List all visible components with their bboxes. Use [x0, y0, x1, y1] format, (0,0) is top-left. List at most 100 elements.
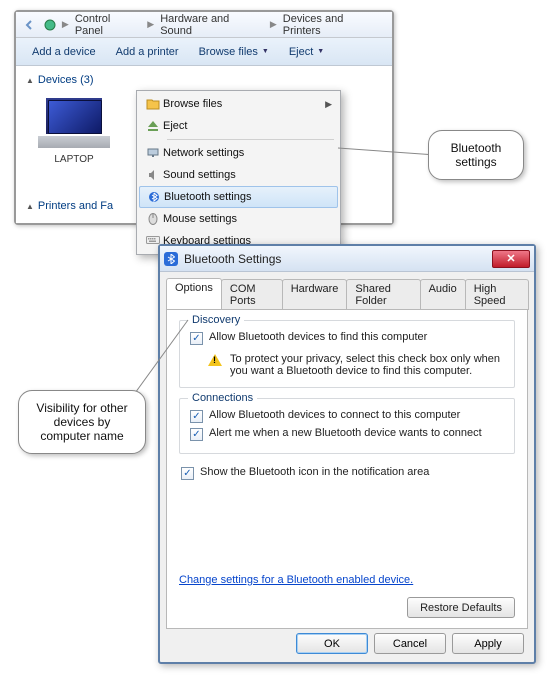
button-label: Cancel	[393, 638, 427, 650]
close-button[interactable]: ✕	[492, 250, 530, 268]
tab-label: High Speed	[474, 283, 506, 307]
cancel-button[interactable]: Cancel	[374, 633, 446, 654]
callout-bluetooth-settings: Bluetooth settings	[428, 130, 524, 180]
callout-visibility: Visibility for other devices by computer…	[18, 390, 146, 454]
breadcrumb-seg-3[interactable]: Devices and Printers	[279, 11, 388, 39]
row-show-icon: ✓ Show the Bluetooth icon in the notific…	[179, 464, 515, 482]
context-menu: Browse files ▶ Eject Network settings	[136, 90, 341, 255]
tab-audio[interactable]: Audio	[420, 279, 466, 310]
checkbox-label: Show the Bluetooth icon in the notificat…	[200, 466, 429, 478]
ok-button[interactable]: OK	[296, 633, 368, 654]
group-label: Devices (3)	[38, 74, 94, 86]
toolbar-label: Add a printer	[116, 46, 179, 58]
folder-icon	[143, 98, 163, 110]
group-legend: Connections	[188, 392, 257, 404]
menu-label: Network settings	[163, 147, 332, 159]
eject-button[interactable]: Eject ▼	[279, 42, 334, 62]
tab-label: Shared Folder	[355, 283, 390, 307]
group-discovery: Discovery ✓ Allow Bluetooth devices to f…	[179, 320, 515, 388]
group-label: Printers and Fa	[38, 200, 113, 212]
tab-high-speed[interactable]: High Speed	[465, 279, 529, 310]
control-panel-icon	[43, 18, 57, 32]
browse-files-button[interactable]: Browse files ▼	[189, 42, 279, 62]
toolbar-label: Eject	[289, 46, 313, 58]
sound-icon	[143, 169, 163, 181]
bluetooth-settings-dialog: Bluetooth Settings ✕ Options COM Ports H…	[158, 244, 536, 664]
chevron-right-icon: ▶	[60, 19, 71, 30]
mouse-icon	[143, 213, 163, 225]
close-icon: ✕	[506, 252, 515, 265]
menu-label: Mouse settings	[163, 213, 332, 225]
ctx-network-settings[interactable]: Network settings	[139, 142, 338, 164]
apply-button[interactable]: Apply	[452, 633, 524, 654]
menu-label: Browse files	[163, 98, 325, 110]
device-label: LAPTOP	[30, 154, 118, 165]
menu-separator	[167, 139, 334, 140]
explorer-body: ▲ Devices (3) LAPTOP ▲ Printers and Fa B…	[16, 66, 392, 223]
chevron-down-icon: ▼	[262, 48, 269, 55]
link-change-device-settings[interactable]: Change settings for a Bluetooth enabled …	[179, 574, 413, 586]
breadcrumb-seg-1[interactable]: Control Panel	[71, 11, 145, 39]
chevron-right-icon: ▶	[145, 19, 156, 30]
tab-label: COM Ports	[230, 283, 256, 307]
toolbar-label: Add a device	[32, 46, 96, 58]
toolbar-label: Browse files	[199, 46, 258, 58]
button-label: Apply	[474, 638, 502, 650]
checkbox-label: Allow Bluetooth devices to connect to th…	[209, 409, 460, 421]
warning-icon	[208, 354, 222, 366]
explorer-toolbar: Add a device Add a printer Browse files …	[16, 38, 392, 66]
group-devices[interactable]: ▲ Devices (3)	[26, 72, 382, 90]
restore-defaults-button[interactable]: Restore Defaults	[407, 597, 515, 618]
checkbox-allow-find[interactable]: ✓	[190, 332, 203, 345]
callout-text: Bluetooth settings	[451, 141, 502, 169]
tab-label: Hardware	[291, 283, 339, 295]
dialog-button-row: OK Cancel Apply	[296, 633, 524, 654]
dialog-titlebar: Bluetooth Settings ✕	[160, 246, 534, 272]
tab-label: Audio	[429, 283, 457, 295]
menu-label: Bluetooth settings	[164, 191, 331, 203]
tab-options[interactable]: Options	[166, 278, 222, 309]
menu-label: Sound settings	[163, 169, 332, 181]
collapse-triangle-icon: ▲	[26, 202, 34, 211]
group-printers[interactable]: ▲ Printers and Fa	[26, 198, 113, 216]
device-laptop[interactable]: LAPTOP	[30, 94, 118, 165]
eject-icon	[143, 120, 163, 132]
add-device-button[interactable]: Add a device	[22, 42, 106, 62]
collapse-triangle-icon: ▲	[26, 76, 34, 85]
row-allow-find: ✓ Allow Bluetooth devices to find this c…	[190, 329, 504, 347]
breadcrumb: ▶ Control Panel ▶ Hardware and Sound ▶ D…	[16, 12, 392, 38]
tab-pane-options: Discovery ✓ Allow Bluetooth devices to f…	[166, 309, 528, 629]
ctx-bluetooth-settings[interactable]: Bluetooth settings	[139, 186, 338, 208]
chevron-down-icon: ▼	[317, 48, 324, 55]
add-printer-button[interactable]: Add a printer	[106, 42, 189, 62]
privacy-text: To protect your privacy, select this che…	[230, 353, 504, 377]
ctx-sound-settings[interactable]: Sound settings	[139, 164, 338, 186]
privacy-note: To protect your privacy, select this che…	[190, 347, 504, 377]
checkbox-allow-connect[interactable]: ✓	[190, 410, 203, 423]
tab-hardware[interactable]: Hardware	[282, 279, 348, 310]
menu-label: Eject	[163, 120, 332, 132]
ctx-mouse-settings[interactable]: Mouse settings	[139, 208, 338, 230]
network-icon	[143, 147, 163, 159]
tab-shared-folder[interactable]: Shared Folder	[346, 279, 420, 310]
tab-label: Options	[175, 282, 213, 294]
tabstrip: Options COM Ports Hardware Shared Folder…	[160, 272, 534, 309]
dialog-title: Bluetooth Settings	[184, 252, 492, 266]
checkbox-alert-connect[interactable]: ✓	[190, 428, 203, 441]
checkbox-label: Allow Bluetooth devices to find this com…	[209, 331, 427, 343]
bluetooth-icon	[144, 191, 164, 203]
breadcrumb-seg-2[interactable]: Hardware and Sound	[156, 11, 268, 39]
group-connections: Connections ✓ Allow Bluetooth devices to…	[179, 398, 515, 454]
button-label: OK	[324, 638, 340, 650]
ctx-browse-files[interactable]: Browse files ▶	[139, 93, 338, 115]
checkbox-show-icon[interactable]: ✓	[181, 467, 194, 480]
tab-com-ports[interactable]: COM Ports	[221, 279, 283, 310]
bluetooth-icon	[164, 252, 178, 266]
ctx-eject[interactable]: Eject	[139, 115, 338, 137]
nav-back-icon[interactable]	[23, 18, 37, 32]
explorer-window: ▶ Control Panel ▶ Hardware and Sound ▶ D…	[14, 10, 394, 225]
row-alert-connect: ✓ Alert me when a new Bluetooth device w…	[190, 425, 504, 443]
group-legend: Discovery	[188, 314, 244, 326]
chevron-right-icon: ▶	[268, 19, 279, 30]
laptop-icon	[34, 94, 114, 150]
